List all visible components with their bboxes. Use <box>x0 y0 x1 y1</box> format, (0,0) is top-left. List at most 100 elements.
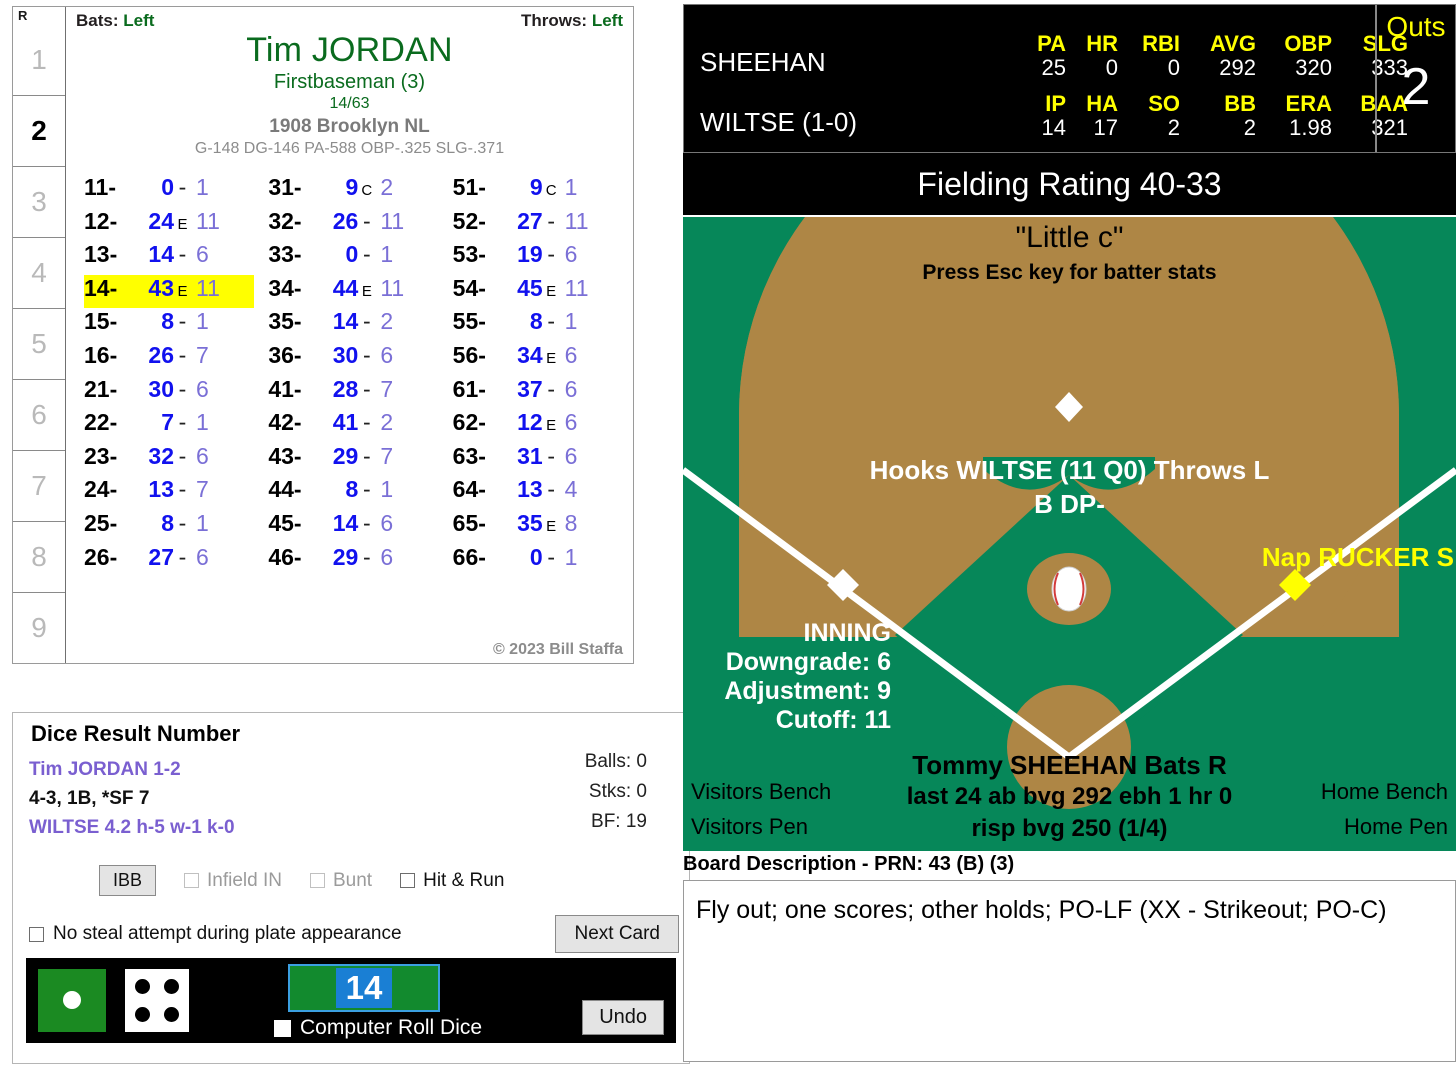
dice-result-code: 8 <box>529 308 543 335</box>
home-bench-link[interactable]: Home Bench <box>1321 779 1448 805</box>
dice-table-row[interactable]: 13- 14-6 <box>84 241 254 275</box>
throws-group: Throws: Left <box>521 11 623 31</box>
dice-result-tail: 11 <box>380 274 405 301</box>
ibb-button[interactable]: IBB <box>99 865 157 896</box>
no-steal-checkbox[interactable]: No steal attempt during plate appearance <box>29 923 402 945</box>
die-pip-icon <box>135 1007 150 1022</box>
home-pen-link[interactable]: Home Pen <box>1344 814 1448 840</box>
checkbox-box-icon[interactable] <box>310 873 325 888</box>
white-die[interactable] <box>125 969 189 1032</box>
dice-table-row[interactable]: 25- 8-1 <box>84 510 254 544</box>
runner-cell-7[interactable]: 7 <box>13 450 65 521</box>
dice-table-row[interactable]: 56- 34 E 6 <box>453 342 623 376</box>
count-readout: Balls: 0 Stks: 0 BF: 19 <box>585 747 647 837</box>
dice-table-row[interactable]: 65- 35 E 8 <box>453 510 623 544</box>
dice-table-row[interactable]: 11- 0-1 <box>84 174 254 208</box>
dice-table-row[interactable]: 42- 41-2 <box>268 409 438 443</box>
dice-table-row[interactable]: 66- 0-1 <box>453 544 623 578</box>
visitors-bench-link[interactable]: Visitors Bench <box>691 779 831 805</box>
hit-and-run-checkbox[interactable]: Hit & Run <box>400 870 504 892</box>
dice-result-flag: - <box>362 409 371 436</box>
dice-table-row[interactable]: 34- 44 E 11 <box>268 275 438 309</box>
dice-result-code: 29 <box>332 442 359 469</box>
undo-button[interactable]: Undo <box>582 1000 664 1035</box>
runner-cell-9[interactable]: 9 <box>13 592 65 663</box>
infield-in-checkbox[interactable]: Infield IN <box>184 870 282 892</box>
dice-roll-key: 31- <box>268 174 302 200</box>
player-position: Firstbaseman (3) <box>273 71 426 93</box>
dice-table-row[interactable]: 12- 24 E 11 <box>84 208 254 242</box>
runner-cell-5[interactable]: 5 <box>13 308 65 379</box>
dice-table-row[interactable]: 24- 13-7 <box>84 476 254 510</box>
dice-table-row[interactable]: 44- 8-1 <box>268 476 438 510</box>
dice-table-row[interactable]: 36- 30-6 <box>268 342 438 376</box>
dice-result-code: 27 <box>148 543 174 570</box>
dice-result-tail: 11 <box>564 274 589 301</box>
dice-table-row[interactable]: 26- 27-6 <box>84 544 254 578</box>
dice-table-row[interactable]: 64- 13-4 <box>453 476 623 510</box>
bunt-checkbox[interactable]: Bunt <box>310 870 372 892</box>
dice-table-row[interactable]: 21- 30-6 <box>84 376 254 410</box>
computer-roll-dice-checkbox[interactable]: Computer Roll Dice <box>274 1016 482 1040</box>
dice-result-code: 8 <box>161 509 174 536</box>
dice-result-flag: - <box>178 476 187 503</box>
dice-result-code: 8 <box>161 308 174 335</box>
dice-table-row[interactable]: 51- 9 C 1 <box>453 174 623 208</box>
dice-table-row[interactable]: 46- 29-6 <box>268 544 438 578</box>
dice-table-row[interactable]: 61- 37-6 <box>453 376 623 410</box>
batter-stat-value: 292 <box>1219 55 1256 80</box>
throws-label: Throws: <box>520 11 588 30</box>
dice-table-row[interactable]: 53- 19-6 <box>453 241 623 275</box>
runner-cell-8[interactable]: 8 <box>13 521 65 592</box>
dice-table-row[interactable]: 32- 26-11 <box>268 208 438 242</box>
green-die[interactable] <box>38 969 106 1032</box>
pitcher-stat-header: SO <box>1148 91 1180 116</box>
copyright-notice: © 2023 Bill Staffa <box>492 641 623 658</box>
runner-cell-3[interactable]: 3 <box>13 166 65 237</box>
dice-table-row[interactable]: 62- 12 E 6 <box>453 409 623 443</box>
dice-table-row[interactable]: 63- 31-6 <box>453 443 623 477</box>
dice-result-tail: 1 <box>564 308 578 335</box>
hit-and-run-label: Hit & Run <box>423 869 505 891</box>
dice-roll-key: 24- <box>84 476 118 503</box>
checkbox-box-icon[interactable] <box>184 873 200 888</box>
baseball-field-diagram[interactable]: "Little c" Press Esc key for batter stat… <box>683 217 1456 851</box>
dice-table-row[interactable]: 43- 29-7 <box>268 443 438 477</box>
dice-result-flag: - <box>547 442 555 469</box>
dice-table-row[interactable]: 33- 0-1 <box>268 241 438 275</box>
throws-value: Left <box>591 11 623 30</box>
dice-table-row[interactable]: 54- 45 E 11 <box>453 275 623 309</box>
dice-table-row[interactable]: 23- 32-6 <box>84 443 254 477</box>
dice-result-tail: 11 <box>564 207 589 234</box>
dice-result-tail: 6 <box>196 241 209 268</box>
right-fielder-label[interactable]: Nap RUCKER S <box>1262 542 1454 573</box>
runner-cell-1[interactable]: 1 <box>13 25 65 95</box>
dice-table-row[interactable]: 31- 9 C 2 <box>268 174 438 208</box>
dice-table-row[interactable]: 41- 28-7 <box>268 376 438 410</box>
checkbox-box-icon[interactable] <box>400 873 416 888</box>
runner-cell-6[interactable]: 6 <box>13 379 65 450</box>
dice-table-row[interactable]: 45- 14-6 <box>268 510 438 544</box>
checkbox-box-icon[interactable] <box>29 926 44 942</box>
dice-table-row[interactable]: 35- 14-2 <box>268 308 438 342</box>
player-name: Tim JORDAN <box>246 31 453 69</box>
dice-result-code: 28 <box>332 375 359 402</box>
dice-table-row[interactable]: 22- 7-1 <box>84 409 254 443</box>
dice-table-row[interactable]: 55- 8-1 <box>453 308 623 342</box>
runner-cell-2[interactable]: 2 <box>13 95 65 166</box>
dice-table-row[interactable]: 52- 27-11 <box>453 208 623 242</box>
visitors-pen-link[interactable]: Visitors Pen <box>691 814 808 840</box>
dice-result-tail: 11 <box>380 207 405 234</box>
dice-table-row[interactable]: 16- 26-7 <box>84 342 254 376</box>
runner-cell-4[interactable]: 4 <box>13 237 65 308</box>
next-card-button[interactable]: Next Card <box>555 915 679 953</box>
checkbox-box-icon[interactable] <box>274 1019 291 1037</box>
inning-label: INNING <box>803 619 892 647</box>
dice-result-tail: 7 <box>196 341 209 368</box>
dice-table-row[interactable]: 15- 8-1 <box>84 308 254 342</box>
dice-roll-key: 36- <box>268 341 302 368</box>
dice-table-row[interactable]: 14- 43 E 11 <box>84 274 255 309</box>
pitcher-stat-value: 1.98 <box>1289 115 1332 140</box>
esc-key-hint: Press Esc key for batter stats <box>922 261 1217 284</box>
outs-label: Outs <box>1386 11 1446 42</box>
